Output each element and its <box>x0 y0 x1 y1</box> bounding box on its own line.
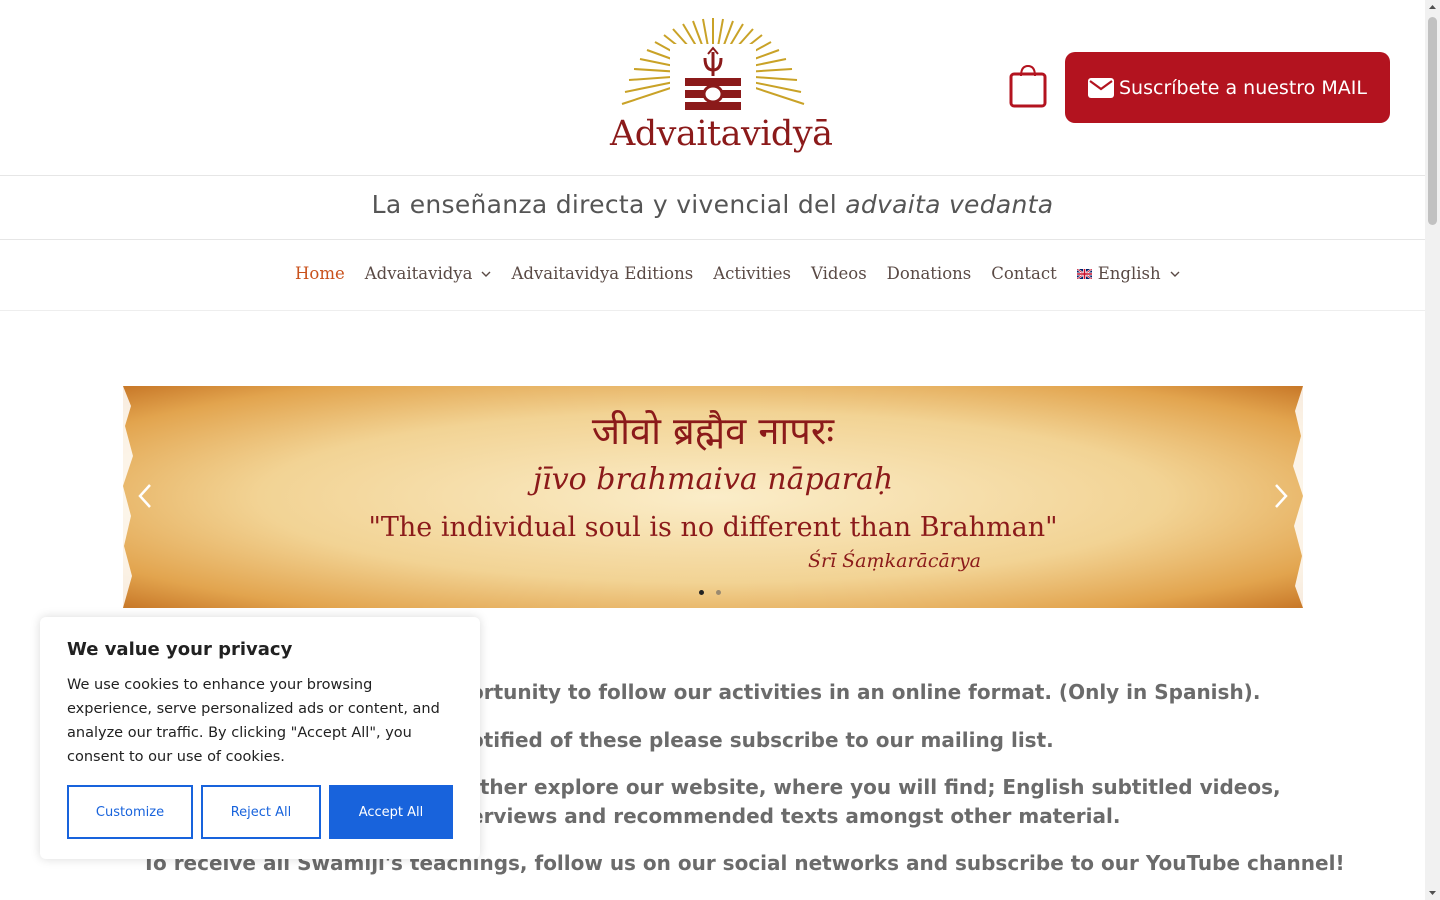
cookie-description: We use cookies to enhance your browsing … <box>67 677 440 765</box>
intro-line-mailing: otified of these please subscribe to our… <box>470 728 1054 752</box>
slider-pagination <box>699 590 733 595</box>
intro-line-explore: rther explore our website, where you wil… <box>470 775 1281 799</box>
nav-item-editions[interactable]: Advaitavidya Editions <box>511 264 693 283</box>
nav-label: Donations <box>886 264 972 283</box>
chevron-down-icon <box>481 271 491 277</box>
vertical-scrollbar[interactable] <box>1425 0 1440 900</box>
nav-label: Home <box>295 264 345 283</box>
subscribe-label: Suscríbete a nuestro MAIL <box>1119 76 1367 99</box>
cookie-title: We value your privacy <box>67 639 293 660</box>
slide-devanagari: जीवो ब्रह्मैव नापरः <box>591 409 835 453</box>
chevron-down-icon <box>1170 271 1180 277</box>
nav-label: Advaitavidya <box>364 264 473 283</box>
nav-item-videos[interactable]: Videos <box>811 264 867 283</box>
slider-prev-arrow-icon[interactable] <box>137 482 153 510</box>
subscribe-button[interactable]: Suscríbete a nuestro MAIL <box>1065 52 1390 123</box>
reject-all-button[interactable]: Reject All <box>201 785 321 839</box>
nav-label: Activities <box>713 264 792 283</box>
main-navigation: Home Advaitavidya Advaitavidya Editions … <box>0 240 1425 311</box>
nav-item-home[interactable]: Home <box>295 264 345 283</box>
nav-item-language[interactable]: English <box>1076 264 1180 283</box>
envelope-icon <box>1088 77 1114 98</box>
nav-item-contact[interactable]: Contact <box>991 264 1057 283</box>
shopping-bag-icon[interactable] <box>1009 64 1047 108</box>
nav-label: Advaitavidya Editions <box>511 264 694 283</box>
nav-item-donations[interactable]: Donations <box>887 264 972 283</box>
site-tagline: La enseñanza directa y vivencial del adv… <box>0 190 1425 219</box>
nav-item-advaitavidya[interactable]: Advaitavidya <box>365 264 492 283</box>
tagline-bar: La enseñanza directa y vivencial del adv… <box>0 176 1425 240</box>
slide-author-text: Śrī Śaṃkarācārya <box>807 550 981 572</box>
accept-all-button[interactable]: Accept All <box>329 785 453 839</box>
slider-dot[interactable] <box>699 590 704 595</box>
intro-line-material: erviews and recommended texts amongst ot… <box>470 804 1121 828</box>
cookie-consent-banner: We value your privacy We use cookies to … <box>40 617 480 859</box>
hero-slider[interactable]: जीवो ब्रह्मैव नापरः jīvo brahmaiva nāpar… <box>123 386 1303 608</box>
site-logo[interactable]: Advaitavidyā <box>610 14 833 162</box>
nav-item-activities[interactable]: Activities <box>713 264 791 283</box>
nav-label: Videos <box>811 264 867 283</box>
slider-next-arrow-icon[interactable] <box>1273 482 1289 510</box>
intro-line-online: ortunity to follow our activities in an … <box>470 680 1261 704</box>
slide-author: Śrī Śaṃkarācārya <box>123 550 1303 572</box>
nav-label: English <box>1097 264 1161 283</box>
scroll-up-arrow-icon[interactable] <box>1425 0 1440 15</box>
tagline-emphasis: advaita vedanta <box>845 190 1054 219</box>
uk-flag-icon <box>1076 268 1092 279</box>
tagline-text: La enseñanza directa y vivencial del <box>371 190 846 219</box>
scrollbar-thumb[interactable] <box>1428 17 1437 225</box>
slider-dot[interactable] <box>716 590 721 595</box>
page: Advaitavidyā Suscríbete a nuestro MAIL L… <box>0 0 1425 900</box>
logo-sunburst-icon <box>621 18 805 114</box>
slide-transliteration: jīvo brahmaiva nāparaḥ <box>532 462 894 497</box>
logo-text: Advaitavidyā <box>610 114 833 154</box>
slide-quote: "The individual soul is no different tha… <box>368 512 1058 543</box>
site-header: Advaitavidyā Suscríbete a nuestro MAIL <box>0 0 1425 176</box>
scroll-down-arrow-icon[interactable] <box>1425 885 1440 900</box>
customize-button[interactable]: Customize <box>67 785 193 839</box>
nav-label: Contact <box>991 264 1057 283</box>
